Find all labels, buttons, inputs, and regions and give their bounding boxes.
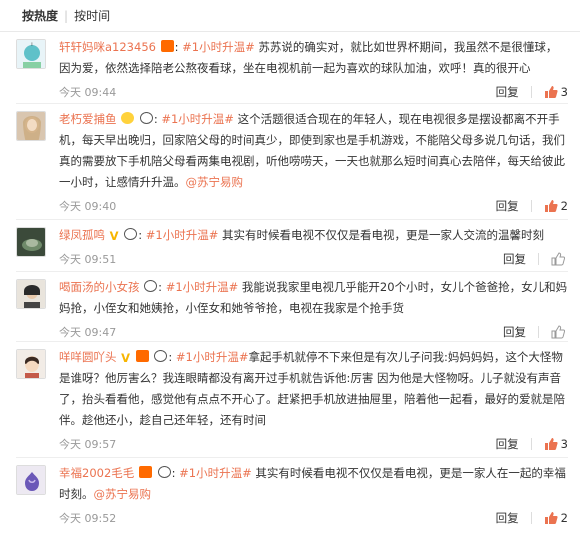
topic-link[interactable]: #1小时升温# (166, 280, 239, 294)
reply-button[interactable]: 回复 (503, 249, 526, 270)
comment-time: 今天 09:40 (59, 199, 117, 213)
panda-badge-icon (154, 350, 168, 362)
comment-text: 拿起手机就停不下来但是有次儿子问我:妈妈妈妈，这个大怪物是谁呀？他厉害么？我连眼… (59, 350, 565, 427)
comment-text: 这个活题很适合现在的年轻人，现在电视很多是摆设都离不开手机，每天早出晚归，回家陪… (59, 112, 565, 189)
comment-username[interactable]: 轩轩妈咪a123456 (59, 40, 156, 54)
action-divider (538, 253, 539, 265)
comment-item: 幸福2002毛毛 : #1小时升温# 其实有时候看电视不仅仅是看电视，更是一家人… (16, 458, 568, 534)
comment-time: 今天 09:52 (59, 511, 117, 525)
verified-v-icon: V (109, 229, 119, 243)
thumbs-up-icon (551, 252, 565, 266)
comment-item: 喝面汤的小女孩 : #1小时升温# 我能说我家里电视几乎能开20个小时，女儿个爸… (16, 272, 568, 342)
reply-button[interactable]: 回复 (496, 82, 519, 103)
comment-text: 其实有时候看电视不仅仅是看电视，更是一家人交流的温馨时刻 (218, 228, 544, 242)
comment-item: 老朽爱捕鱼 : #1小时升温# 这个活题很适合现在的年轻人，现在电视很多是摆设都… (16, 104, 568, 220)
like-button[interactable]: 2 (544, 196, 568, 217)
panda-badge-icon (144, 280, 158, 292)
avatar[interactable] (16, 111, 46, 141)
comment-time: 今天 09:47 (59, 325, 117, 339)
sort-by-time-tab[interactable]: 按时间 (74, 7, 110, 24)
avatar[interactable]: i (16, 39, 46, 69)
comment-username[interactable]: 咩咩圆吖头 (59, 350, 117, 364)
like-count: 3 (560, 436, 568, 451)
like-button[interactable] (551, 252, 568, 266)
topic-link[interactable]: #1小时升温# (161, 112, 234, 126)
panda-badge-icon (139, 112, 153, 124)
thumbs-up-icon (551, 325, 565, 339)
thumbs-up-icon (544, 200, 558, 212)
topic-link[interactable]: #1小时升温# (176, 350, 249, 364)
like-button[interactable] (551, 325, 568, 339)
comment-item: i 轩轩妈咪a123456 : #1小时升温# 苏苏说的确实对，就比如世界杯期间… (16, 32, 568, 104)
member-badge-icon[interactable] (138, 466, 152, 478)
action-divider (530, 438, 532, 450)
comment-time: 今天 09:51 (59, 252, 117, 266)
comment-item: 咩咩圆吖头 V : #1小时升温#拿起手机就停不下来但是有次儿子问我:妈妈妈妈，… (16, 342, 568, 458)
topic-link[interactable]: #1小时升温# (182, 40, 255, 54)
panda-badge-icon (157, 466, 171, 478)
svg-text:i: i (31, 42, 32, 48)
like-button[interactable]: 3 (544, 82, 568, 103)
like-count: 2 (560, 198, 568, 213)
topic-link[interactable]: #1小时升温# (179, 466, 252, 480)
mention-link[interactable]: @苏宁易购 (94, 487, 152, 501)
thumbs-up-icon (544, 438, 558, 450)
mention-link[interactable]: @苏宁易购 (186, 175, 244, 189)
sort-separator: | (64, 8, 69, 23)
avatar[interactable] (16, 465, 46, 495)
topic-link[interactable]: #1小时升温# (146, 228, 219, 242)
like-count: 3 (560, 84, 568, 99)
avatar[interactable] (16, 227, 46, 257)
comment-username[interactable]: 老朽爱捕鱼 (59, 112, 117, 126)
action-divider (530, 200, 532, 212)
thumbs-up-icon (544, 86, 558, 98)
reply-button[interactable]: 回复 (496, 196, 519, 217)
like-count: 2 (560, 510, 568, 525)
like-button[interactable]: 3 (544, 434, 568, 455)
comment-username[interactable]: 绿凤孤鸣 (59, 228, 105, 242)
emoji-badge-icon (121, 112, 135, 124)
panda-badge-icon (124, 228, 138, 240)
comment-username[interactable]: 喝面汤的小女孩 (59, 280, 140, 294)
sort-bar: 按热度 | 按时间 (0, 0, 580, 32)
comment-time: 今天 09:57 (59, 437, 117, 451)
comment-time: 今天 09:44 (59, 85, 117, 99)
avatar[interactable] (16, 349, 46, 379)
thumbs-up-icon (544, 512, 558, 524)
comment-username[interactable]: 幸福2002毛毛 (59, 466, 134, 480)
action-divider (530, 512, 532, 524)
reply-button[interactable]: 回复 (496, 434, 519, 455)
like-button[interactable]: 2 (544, 508, 568, 529)
reply-button[interactable]: 回复 (496, 508, 519, 529)
comment-item: 绿凤孤鸣 V : #1小时升温# 其实有时候看电视不仅仅是看电视，更是一家人交流… (16, 220, 568, 272)
action-divider (538, 326, 539, 338)
avatar[interactable] (16, 279, 46, 309)
sort-by-hot-tab[interactable]: 按热度 (22, 7, 58, 24)
reply-button[interactable]: 回复 (503, 322, 526, 343)
member-badge-icon[interactable] (135, 350, 149, 362)
member-badge-icon[interactable] (160, 40, 174, 52)
verified-v-icon: V (121, 351, 131, 365)
action-divider (530, 86, 532, 98)
comment-list: i 轩轩妈咪a123456 : #1小时升温# 苏苏说的确实对，就比如世界杯期间… (0, 32, 580, 534)
